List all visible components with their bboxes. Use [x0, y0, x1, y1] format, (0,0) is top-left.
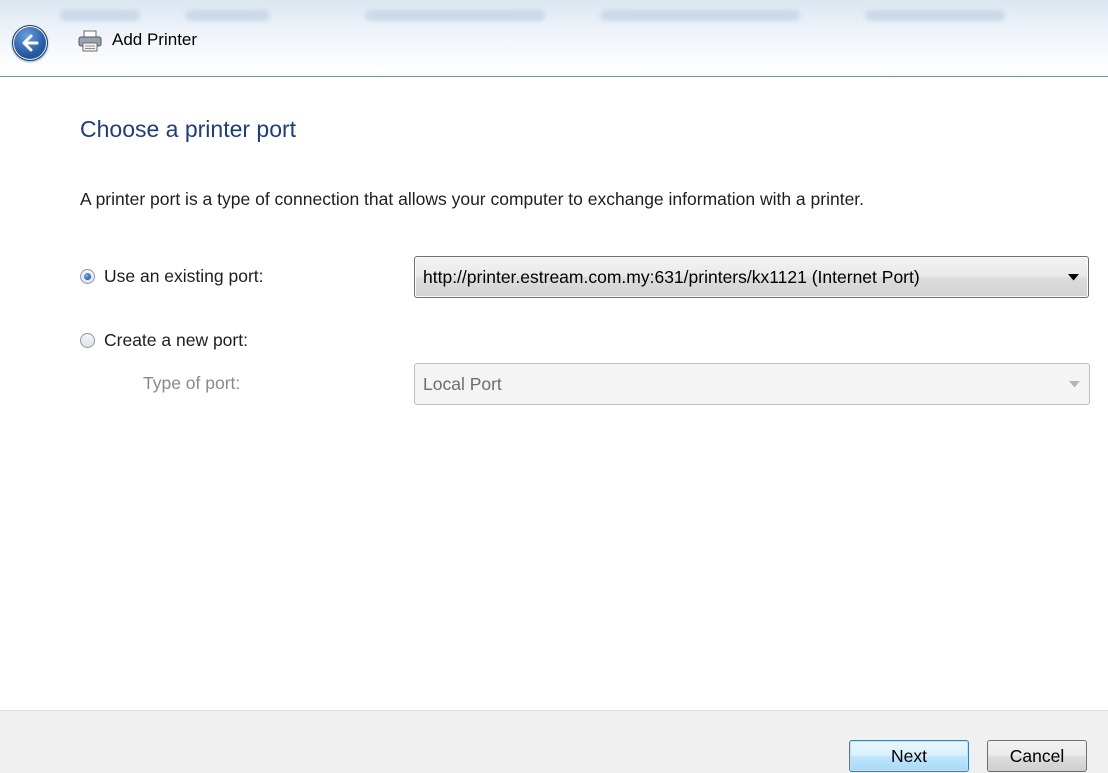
use-existing-port-option[interactable]: Use an existing port:	[80, 266, 264, 287]
printer-icon	[78, 30, 102, 52]
create-new-port-label[interactable]: Create a new port:	[104, 330, 248, 351]
chevron-down-icon	[1059, 380, 1089, 388]
create-new-port-option[interactable]: Create a new port:	[80, 330, 248, 351]
chevron-down-icon[interactable]	[1058, 273, 1088, 281]
type-of-port-label: Type of port:	[143, 373, 241, 393]
next-button[interactable]: Next	[849, 740, 969, 772]
create-new-port-radio[interactable]	[80, 333, 95, 348]
back-arrow-icon	[22, 34, 39, 52]
existing-port-dropdown[interactable]: http://printer.estream.com.my:631/printe…	[414, 256, 1089, 298]
cancel-button[interactable]: Cancel	[987, 740, 1087, 772]
blurred-toolbar-background	[0, 0, 1108, 24]
back-button[interactable]	[12, 25, 48, 61]
page-description: A printer port is a type of connection t…	[80, 189, 865, 209]
existing-port-value: http://printer.estream.com.my:631/printe…	[423, 266, 920, 287]
type-of-port-value: Local Port	[423, 373, 502, 394]
dialog-footer: Next Cancel	[0, 710, 1108, 773]
window-title: Add Printer	[112, 30, 198, 49]
page-heading: Choose a printer port	[80, 116, 297, 142]
title-bar: Add Printer	[0, 0, 1108, 77]
type-of-port-dropdown: Local Port	[414, 363, 1090, 405]
use-existing-port-radio[interactable]	[80, 269, 95, 284]
use-existing-port-label[interactable]: Use an existing port:	[104, 266, 264, 287]
